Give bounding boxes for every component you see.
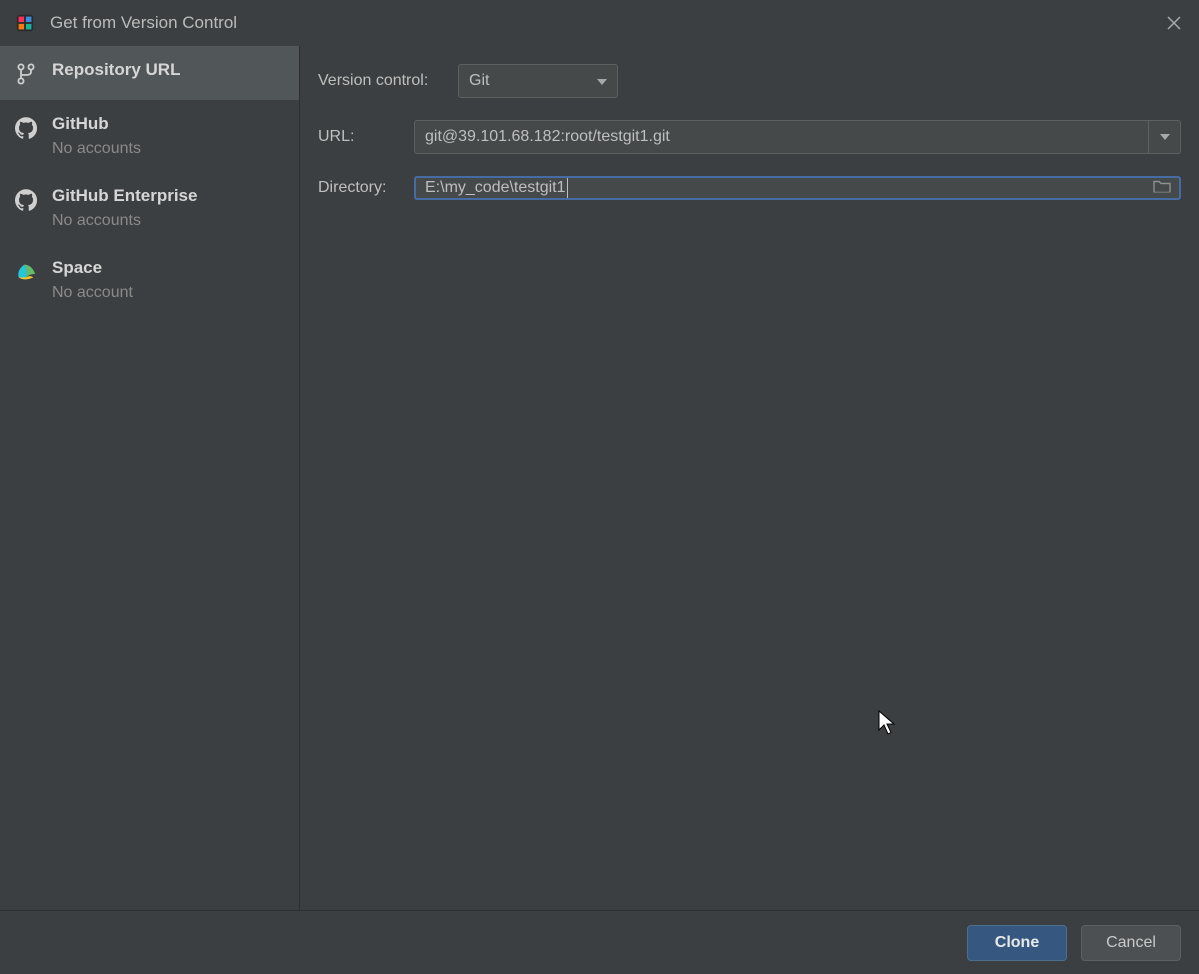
sidebar-item-space[interactable]: Space No account	[0, 244, 299, 316]
browse-directory-button[interactable]	[1153, 179, 1171, 198]
sidebar: Repository URL GitHub No accounts GitHub	[0, 46, 300, 910]
sidebar-item-label: GitHub	[52, 114, 141, 134]
sidebar-item-label: Space	[52, 258, 133, 278]
dialog-body: Repository URL GitHub No accounts GitHub	[0, 46, 1199, 910]
cancel-button-label: Cancel	[1106, 934, 1156, 952]
clone-button[interactable]: Clone	[967, 925, 1067, 961]
url-label: URL:	[318, 128, 414, 146]
sidebar-item-subtitle: No account	[52, 284, 133, 302]
dialog-footer: Clone Cancel	[0, 910, 1199, 974]
branch-icon	[14, 62, 38, 86]
directory-input[interactable]: E:\my_code\testgit1	[414, 176, 1181, 200]
vcs-label: Version control:	[318, 72, 458, 90]
chevron-down-icon	[597, 72, 607, 90]
text-caret	[567, 178, 568, 198]
vcs-combobox[interactable]: Git	[458, 64, 618, 98]
sidebar-item-label: GitHub Enterprise	[52, 186, 197, 206]
close-icon	[1167, 16, 1181, 30]
chevron-down-icon	[1160, 134, 1170, 140]
url-input[interactable]	[414, 120, 1149, 154]
folder-icon	[1153, 179, 1171, 193]
main-panel: Version control: Git URL: Directory:	[300, 46, 1199, 910]
directory-row: Directory: E:\my_code\testgit1	[318, 176, 1181, 200]
window-title: Get from Version Control	[50, 13, 1159, 33]
sidebar-item-label: Repository URL	[52, 60, 180, 80]
vcs-row: Version control: Git	[318, 64, 1181, 98]
cancel-button[interactable]: Cancel	[1081, 925, 1181, 961]
sidebar-item-github[interactable]: GitHub No accounts	[0, 100, 299, 172]
github-icon	[14, 188, 38, 212]
clone-button-label: Clone	[995, 934, 1039, 952]
sidebar-item-github-enterprise[interactable]: GitHub Enterprise No accounts	[0, 172, 299, 244]
close-button[interactable]	[1159, 8, 1189, 38]
space-icon	[14, 260, 38, 284]
github-icon	[14, 116, 38, 140]
url-history-dropdown[interactable]	[1149, 120, 1181, 154]
sidebar-item-subtitle: No accounts	[52, 140, 141, 158]
app-icon	[14, 12, 36, 34]
directory-label: Directory:	[318, 179, 414, 197]
directory-value: E:\my_code\testgit1	[425, 179, 566, 197]
sidebar-item-repository-url[interactable]: Repository URL	[0, 46, 299, 100]
titlebar: Get from Version Control	[0, 0, 1199, 46]
sidebar-item-subtitle: No accounts	[52, 212, 197, 230]
url-row: URL:	[318, 120, 1181, 154]
vcs-value: Git	[469, 72, 489, 90]
